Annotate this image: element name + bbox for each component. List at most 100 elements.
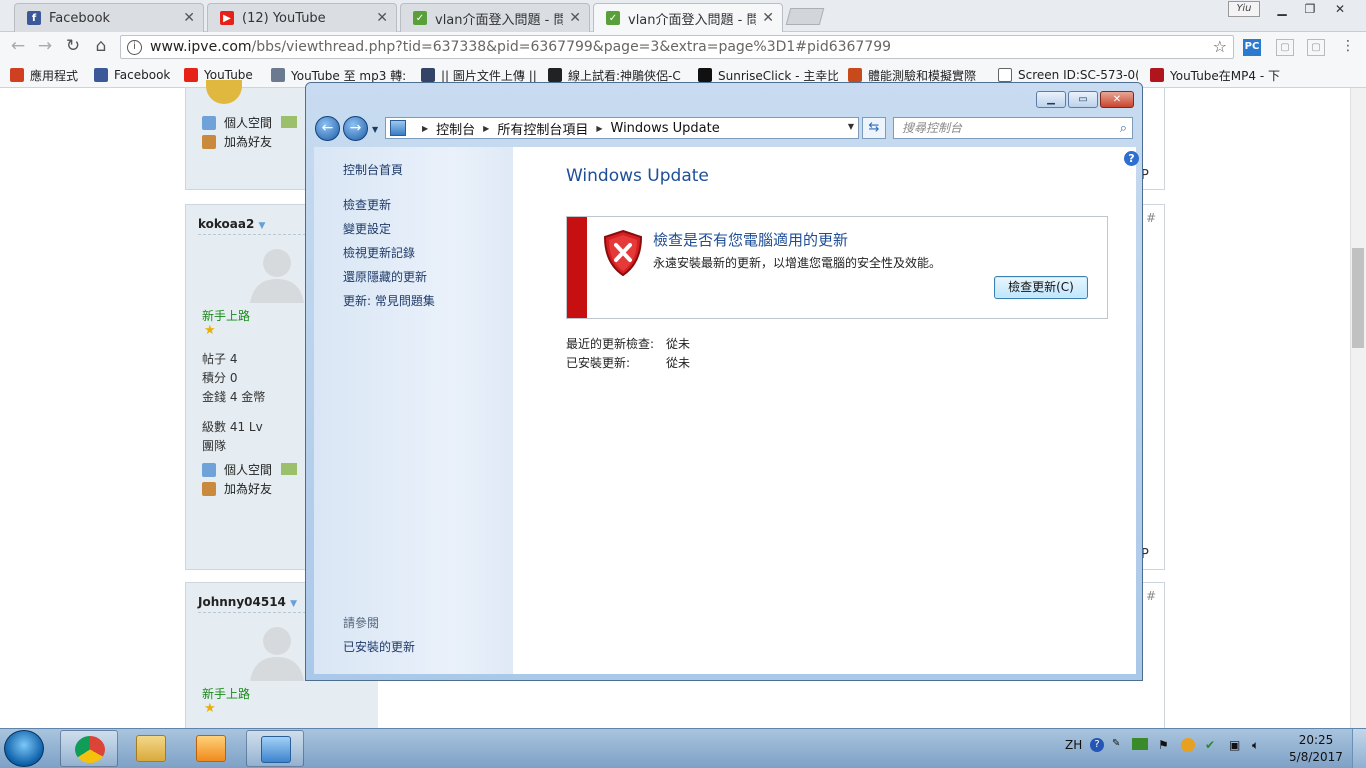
menu-icon[interactable]: ⋮ [1339, 39, 1357, 56]
back-arrow-icon[interactable]: ← [8, 36, 28, 56]
start-button[interactable] [4, 730, 44, 767]
floor-number[interactable]: # [1146, 211, 1156, 225]
language-indicator[interactable]: ZH [1065, 738, 1082, 752]
chevron-right-icon[interactable]: ▶ [422, 124, 428, 133]
bookmark-item[interactable]: YouTube 至 mp3 轉: [271, 67, 406, 83]
nav-faq[interactable]: 更新: 常見問題集 [343, 292, 435, 309]
show-desktop-button[interactable] [1352, 729, 1366, 768]
taskbar-control-panel[interactable] [246, 730, 304, 767]
space-link[interactable]: 個人空間 [202, 114, 272, 131]
shield-check-icon[interactable]: ✔ [1205, 738, 1215, 752]
bookmark-item[interactable]: Screen ID:SC-573-0( [998, 67, 1138, 83]
extension-icon[interactable]: ▢ [1307, 39, 1325, 56]
back-arrow-icon[interactable]: ← [315, 116, 340, 141]
username[interactable]: Johnny04514 ▼ [198, 595, 297, 609]
search-input[interactable]: 搜尋控制台 ⌕ [893, 117, 1133, 139]
chevron-down-icon[interactable]: ▼ [259, 221, 266, 231]
breadcrumb-item[interactable]: 控制台 [436, 119, 475, 138]
check-updates-button[interactable]: 檢查更新(C) [994, 276, 1088, 299]
volume-icon[interactable]: 🔈︎ [1252, 738, 1259, 753]
minimize-icon[interactable]: ▁ [1268, 0, 1296, 18]
maximize-icon[interactable]: ▭ [1068, 91, 1098, 108]
scrollbar-thumb[interactable] [1352, 248, 1364, 348]
installed-value: 從未 [666, 356, 691, 370]
new-tab-button[interactable] [785, 8, 825, 25]
bookmark-star-icon[interactable]: ☆ [1213, 37, 1227, 56]
bookmark-item[interactable]: 線上試看:神鵰俠侶-C [548, 67, 681, 83]
nav-control-panel-home[interactable]: 控制台首頁 [343, 161, 403, 178]
clock-time: 20:25 [1298, 733, 1334, 747]
flag-icon[interactable]: ⚑ [1158, 738, 1169, 752]
windows-update-window: ▁ ▭ ✕ ← → ▼ ▶ 控制台 ▶ 所有控制台項目 ▶ Windows Up… [305, 82, 1143, 681]
close-icon[interactable]: ✕ [1326, 0, 1354, 18]
nav-installed-updates[interactable]: 已安裝的更新 [343, 638, 415, 655]
help-icon[interactable]: ? [1124, 151, 1139, 166]
chevron-right-icon[interactable]: ▶ [483, 124, 489, 133]
close-icon[interactable]: ✕ [569, 10, 581, 26]
message-icon[interactable] [281, 463, 297, 475]
add-friend-link[interactable]: 加為好友 [202, 480, 272, 497]
breadcrumb-item[interactable]: 所有控制台項目 [497, 119, 588, 138]
refresh-icon[interactable]: ⇆ [862, 117, 886, 139]
floor-number[interactable]: # [1146, 589, 1156, 603]
restore-icon[interactable]: ❐ [1296, 0, 1324, 18]
security-icon[interactable] [1181, 738, 1195, 752]
nav-check-updates[interactable]: 檢查更新 [343, 196, 391, 213]
add-friend-link[interactable]: 加為好友 [202, 133, 272, 150]
stat-team: 團隊 [202, 439, 227, 453]
recent-pages-dropdown[interactable]: ▼ [372, 125, 378, 134]
search-icon[interactable]: ⌕ [1120, 119, 1127, 139]
close-icon[interactable]: ✕ [1100, 91, 1134, 108]
bookmark-item[interactable]: || 圖片文件上傳 || [421, 67, 537, 83]
help-icon[interactable]: ? [1090, 738, 1104, 752]
taskbar-media-player[interactable] [182, 730, 240, 767]
chevron-down-icon[interactable]: ▼ [290, 599, 297, 609]
info-icon[interactable]: i [127, 39, 142, 55]
username[interactable]: kokoaa2 ▼ [198, 217, 265, 231]
breadcrumb-item[interactable]: Windows Update [611, 121, 720, 136]
nav-restore-hidden[interactable]: 還原隱藏的更新 [343, 268, 427, 285]
task-pane: 控制台首頁 檢查更新 變更設定 檢視更新記錄 還原隱藏的更新 更新: 常見問題集… [314, 147, 513, 674]
message-icon[interactable] [281, 116, 297, 128]
bookmark-item[interactable]: Facebook [94, 67, 170, 83]
ipve-icon: ✓ [413, 11, 427, 25]
bookmark-item[interactable]: SunriseClick - 主幸比 [698, 67, 838, 83]
taskbar-explorer[interactable] [122, 730, 180, 767]
bookmark-label: Facebook [114, 68, 171, 82]
nav-change-settings[interactable]: 變更設定 [343, 220, 391, 237]
page-scrollbar[interactable] [1350, 88, 1366, 728]
close-icon[interactable]: ✕ [376, 10, 388, 26]
browser-tab[interactable]: f Facebook ✕ [14, 3, 204, 32]
browser-tab[interactable]: ✓ vlan介面登入問題 - 問題 ✕ [400, 3, 590, 32]
clock[interactable]: 20:25 5/8/2017 [1286, 732, 1346, 766]
pc-extension-icon[interactable]: PC [1243, 39, 1261, 56]
browser-tab[interactable]: ✓ vlan介面登入問題 - 問題 ✕ [593, 3, 783, 32]
forward-arrow-icon[interactable]: → [35, 36, 55, 56]
nav-update-history[interactable]: 檢視更新記錄 [343, 244, 415, 261]
chevron-right-icon[interactable]: ▶ [596, 124, 602, 133]
pen-icon[interactable]: ✎ [1112, 738, 1120, 749]
space-link[interactable]: 個人空間 [202, 461, 272, 478]
pause-icon [1150, 68, 1164, 82]
close-icon[interactable]: ✕ [183, 10, 195, 26]
browser-tab[interactable]: ▶ (12) YouTube ✕ [207, 3, 397, 32]
taskbar-chrome[interactable] [60, 730, 118, 767]
bookmark-label: 體能測驗和模擬實際 [868, 68, 977, 83]
see-also-header: 請參閱 [343, 616, 380, 630]
bookmark-item[interactable]: 應用程式 [10, 67, 78, 83]
chevron-down-icon[interactable]: ▼ [848, 122, 854, 131]
network-icon[interactable]: ▣ [1229, 738, 1240, 752]
bookmark-item[interactable]: 體能測驗和模擬實際 [848, 67, 976, 83]
bookmark-item[interactable]: YouTube在MP4 - 下 [1150, 67, 1280, 83]
extension-icon[interactable]: ▢ [1276, 39, 1294, 56]
forward-arrow-icon[interactable]: → [343, 116, 368, 141]
minimize-icon[interactable]: ▁ [1036, 91, 1066, 108]
breadcrumb[interactable]: ▶ 控制台 ▶ 所有控制台項目 ▶ Windows Update ▼ [385, 117, 859, 139]
home-icon[interactable]: ⌂ [91, 36, 111, 56]
tab-label: vlan介面登入問題 - 問題 [435, 12, 564, 28]
address-bar[interactable]: i www.ipve.com/bbs/viewthread.php?tid=63… [120, 35, 1234, 59]
profile-button[interactable]: Yiu [1228, 1, 1260, 17]
reload-icon[interactable]: ↻ [63, 36, 83, 56]
nvidia-icon[interactable] [1132, 738, 1148, 750]
close-icon[interactable]: ✕ [762, 10, 774, 26]
